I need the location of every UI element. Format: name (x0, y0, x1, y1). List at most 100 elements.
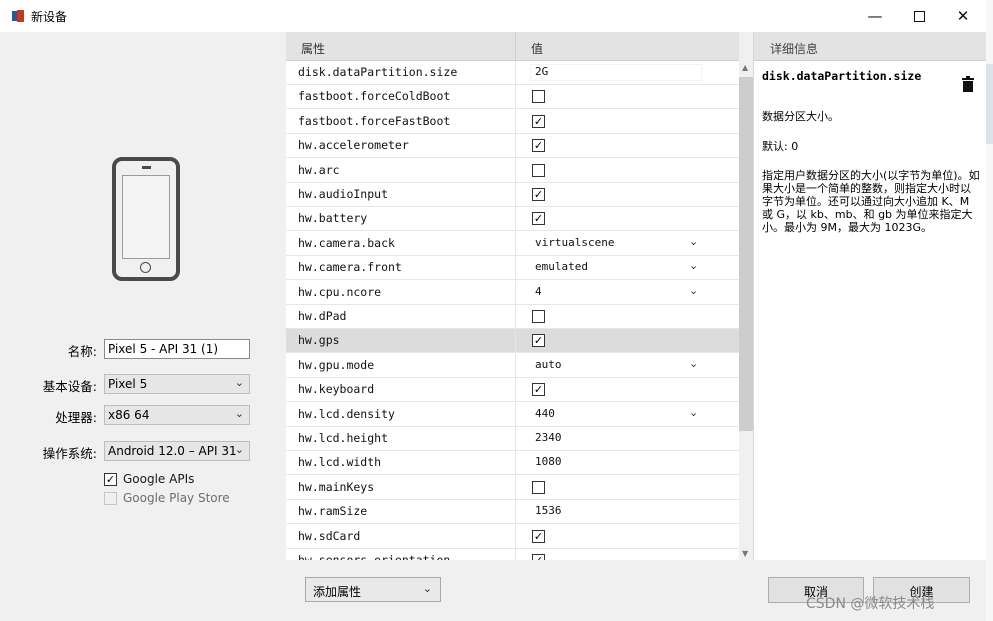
property-select-value[interactable]: 4 (535, 285, 542, 298)
cell-divider (515, 85, 516, 110)
property-value[interactable]: 1080 (535, 455, 562, 468)
property-name: hw.lcd.width (298, 455, 382, 470)
base-device-select[interactable]: Pixel 5 ⌄ (104, 374, 250, 394)
property-name: hw.lcd.height (298, 431, 389, 445)
chevron-down-icon: ⌄ (234, 407, 244, 420)
add-property-label: 添加属性 (313, 585, 362, 599)
window-title: 新设备 (31, 10, 68, 24)
property-checkbox[interactable]: ✓ (532, 529, 545, 543)
property-checkbox[interactable]: ✓ (532, 334, 545, 348)
table-row[interactable]: hw.accelerometer ✓ (286, 134, 739, 159)
property-select-value[interactable]: virtualscene (535, 236, 614, 249)
property-checkbox[interactable]: ✓ (532, 212, 545, 226)
table-row[interactable]: hw.audioInput ✓ (286, 183, 739, 207)
property-name: hw.camera.front (298, 260, 402, 275)
property-name: hw.ramSize (298, 504, 368, 519)
chevron-down-icon[interactable]: ⌄ (689, 406, 698, 419)
scrollbar-thumb[interactable] (739, 77, 753, 431)
details-property-name: disk.dataPartition.size (762, 69, 922, 83)
property-checkbox[interactable] (532, 480, 545, 494)
property-checkbox[interactable] (532, 310, 545, 323)
google-apis-option[interactable]: ✓ Google APIs (104, 472, 194, 486)
cell-divider (515, 134, 516, 159)
chevron-down-icon[interactable]: ⌄ (689, 357, 698, 370)
property-value-input[interactable] (530, 64, 702, 81)
scroll-down-icon[interactable]: ▼ (742, 549, 748, 558)
table-row[interactable]: hw.sdCard ✓ (286, 524, 739, 549)
base-device-label: 基本设备: (42, 379, 97, 394)
column-header-property[interactable]: 属性 (286, 32, 516, 61)
watermark: CSDN @微软技术栈 (806, 596, 935, 612)
cell-divider (515, 305, 516, 329)
details-description: 指定用户数据分区的大小(以字节为单位)。如果大小是一个简单的整数，则指定大小时以… (762, 169, 980, 234)
details-header: 详细信息 (754, 32, 987, 61)
table-row[interactable]: hw.lcd.density 440 ⌄ (286, 402, 739, 427)
property-value[interactable]: 2340 (535, 431, 562, 444)
cell-divider (515, 207, 516, 232)
table-row[interactable]: hw.sensors.orientation✓ (286, 549, 739, 560)
chevron-down-icon[interactable]: ⌄ (689, 235, 698, 248)
table-row[interactable]: hw.keyboard ✓ (286, 378, 739, 403)
property-name: disk.dataPartition.size (298, 65, 458, 79)
property-name: hw.battery (298, 211, 368, 226)
trash-icon[interactable] (961, 76, 975, 93)
property-select-value[interactable]: auto (535, 358, 562, 371)
property-name: hw.keyboard (298, 382, 375, 397)
cell-divider (515, 256, 516, 281)
os-select[interactable]: Android 12.0 – API 31 ⌄ (104, 441, 250, 461)
minimize-button[interactable]: — (852, 0, 898, 32)
phone-icon (112, 157, 180, 281)
chevron-down-icon[interactable]: ⌄ (689, 259, 698, 272)
table-row[interactable]: hw.gps ✓ (286, 329, 739, 354)
property-checkbox[interactable]: ✓ (532, 383, 545, 397)
property-name: hw.sensors.orientation (298, 553, 451, 560)
property-checkbox[interactable] (532, 90, 545, 104)
table-row[interactable]: hw.mainKeys (286, 475, 739, 500)
property-name: hw.gpu.mode (298, 357, 375, 372)
chevron-down-icon[interactable]: ⌄ (689, 284, 698, 297)
table-row[interactable]: hw.dPad (286, 305, 739, 329)
processor-select[interactable]: x86 64 ⌄ (104, 405, 250, 425)
cell-divider (515, 451, 516, 476)
table-row[interactable]: hw.battery ✓ (286, 207, 739, 232)
phone-home-button (140, 262, 151, 273)
scroll-up-icon[interactable]: ▲ (742, 63, 748, 72)
property-checkbox[interactable]: ✓ (532, 114, 545, 128)
table-row[interactable]: fastboot.forceFastBoot ✓ (286, 109, 739, 134)
google-play-checkbox[interactable] (104, 491, 117, 505)
table-row[interactable]: hw.arc (286, 158, 739, 183)
table-row[interactable]: hw.camera.back virtualscene ⌄ (286, 231, 739, 256)
table-row[interactable]: hw.lcd.height 2340 (286, 427, 739, 451)
table-row[interactable]: fastboot.forceColdBoot (286, 85, 739, 110)
property-checkbox[interactable]: ✓ (532, 139, 545, 153)
os-value: Android 12.0 – API 31 (108, 444, 237, 458)
property-value[interactable]: 1536 (535, 504, 562, 517)
background-window-edge (986, 0, 993, 621)
google-play-option[interactable]: Google Play Store (104, 491, 230, 505)
add-property-dropdown[interactable]: 添加属性 ⌄ (305, 577, 441, 602)
table-row[interactable]: disk.dataPartition.size 2G (286, 61, 739, 85)
table-row[interactable]: hw.cpu.ncore 4 ⌄ (286, 280, 739, 305)
google-apis-checkbox[interactable]: ✓ (104, 472, 117, 486)
table-row[interactable]: hw.camera.front emulated ⌄ (286, 256, 739, 281)
cell-divider (515, 158, 516, 183)
property-checkbox[interactable] (532, 163, 545, 177)
table-row[interactable]: hw.gpu.mode auto ⌄ (286, 353, 739, 378)
table-scrollbar[interactable]: ▲ ▼ (739, 61, 753, 560)
maximize-icon (913, 10, 925, 22)
cell-divider (515, 549, 516, 560)
table-row[interactable]: hw.ramSize 1536 (286, 500, 739, 525)
name-input[interactable] (104, 339, 250, 359)
chevron-down-icon: ⌄ (422, 582, 432, 595)
property-checkbox[interactable]: ✓ (532, 188, 545, 201)
property-select-value[interactable]: emulated (535, 260, 588, 273)
property-name: fastboot.forceFastBoot (298, 113, 451, 128)
cell-divider (515, 109, 516, 134)
close-button[interactable]: ✕ (940, 0, 986, 32)
maximize-button[interactable] (896, 0, 942, 32)
column-header-value[interactable]: 值 (516, 32, 739, 61)
table-row[interactable]: hw.lcd.width 1080 (286, 451, 739, 476)
cell-divider (515, 353, 516, 378)
chevron-down-icon: ⌄ (234, 376, 244, 389)
property-select-value[interactable]: 440 (535, 407, 555, 420)
